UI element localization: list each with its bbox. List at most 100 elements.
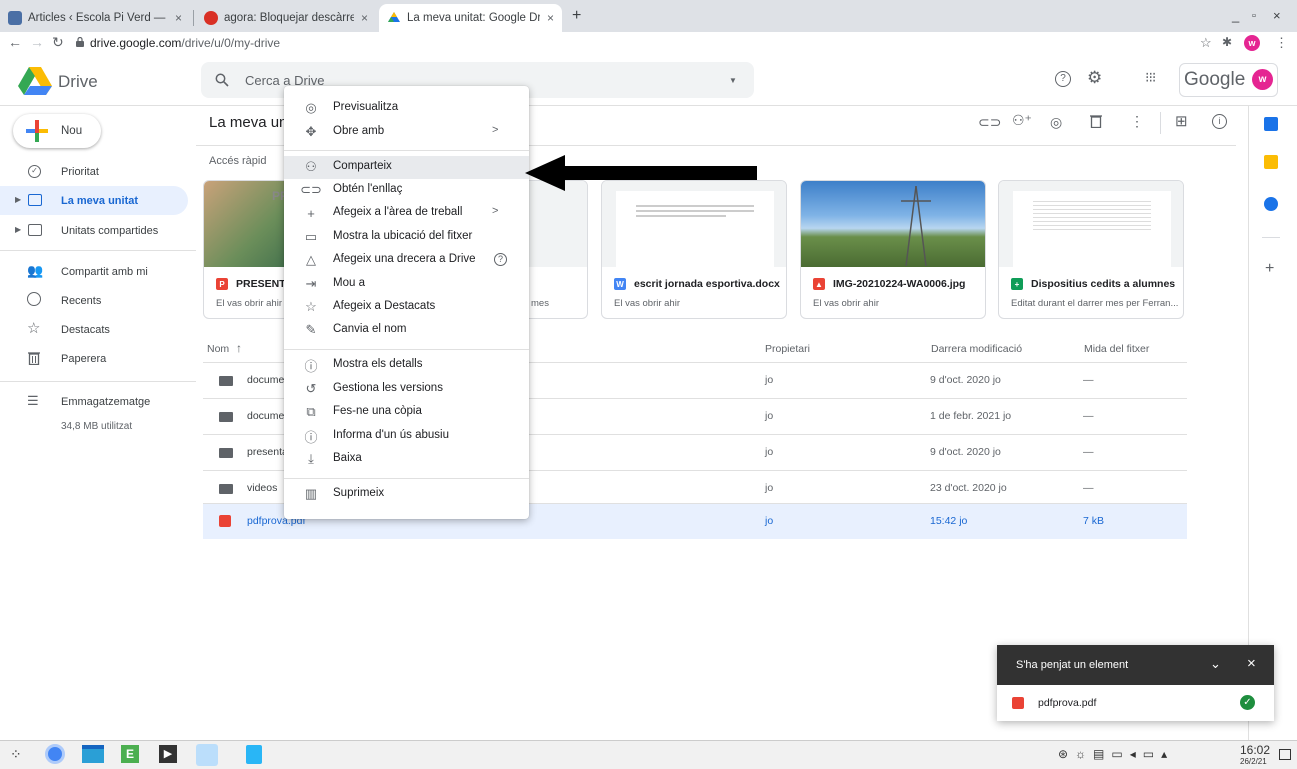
tab-close-icon[interactable]: × xyxy=(175,11,182,25)
files-app-icon[interactable] xyxy=(82,745,104,763)
clock-date[interactable]: 26/2/21 xyxy=(1240,757,1267,766)
menu-item-show-location[interactable]: ▭ Mostra la ubicació del fitxer xyxy=(284,226,529,249)
quick-card-sheet[interactable]: + Dispositius cedits a alumnes Editat du… xyxy=(998,180,1184,319)
new-tab-button[interactable]: + xyxy=(572,7,581,25)
column-header-name[interactable]: Nom xyxy=(207,343,229,355)
back-icon[interactable]: ← xyxy=(8,34,22,50)
menu-item-preview[interactable]: ◎ Previsualitza xyxy=(284,97,529,120)
reload-icon[interactable]: ↻ xyxy=(52,34,64,51)
toast-file-name[interactable]: pdfprova.pdf xyxy=(1038,697,1096,709)
apps-grid-icon[interactable]: ⁝⁝⁝ xyxy=(1145,69,1156,86)
add-addon-icon[interactable]: + xyxy=(1265,260,1274,278)
delete-icon[interactable] xyxy=(1090,114,1102,128)
chrome-app-icon[interactable] xyxy=(45,744,65,764)
menu-item-move-to[interactable]: ⇥ Mou a xyxy=(284,273,529,296)
new-button-label[interactable]: Nou xyxy=(61,125,82,137)
nav-item-prioritat[interactable]: Prioritat xyxy=(61,166,99,178)
image-file-icon: ▲ xyxy=(813,278,825,290)
nav-item-trash[interactable]: Paperera xyxy=(61,353,106,365)
browser-profile-avatar[interactable]: w xyxy=(1244,35,1260,51)
drive-logo-icon[interactable] xyxy=(18,67,52,95)
grid-view-icon[interactable]: ⊞ xyxy=(1175,112,1188,130)
file-name: documer xyxy=(247,374,288,386)
nav-item-shared-with-me[interactable]: Compartit amb mi xyxy=(61,266,148,278)
page-title[interactable]: La meva unit xyxy=(209,114,295,131)
menu-item-versions[interactable]: ↺ Gestiona les versions xyxy=(284,378,529,401)
editor-app-icon[interactable]: E xyxy=(121,745,139,763)
menu-item-label: Comparteix xyxy=(333,160,392,172)
keep-icon[interactable] xyxy=(1264,155,1278,169)
chrome-active-app-icon[interactable] xyxy=(196,744,218,766)
shared-drives-icon xyxy=(28,224,42,236)
calendar-icon[interactable] xyxy=(1264,117,1278,131)
toast-collapse-icon[interactable]: ⌄ xyxy=(1210,656,1221,672)
folder-icon xyxy=(219,484,233,494)
quick-card-escrit[interactable]: W escrit jornada esportiva.docx El vas o… xyxy=(601,180,787,319)
drive-logo-text[interactable]: Drive xyxy=(58,72,98,92)
nav-divider xyxy=(0,381,196,382)
tab-articles[interactable]: Articles ‹ Escola Pi Verd — Wo × xyxy=(0,4,190,32)
menu-item-download[interactable]: ⤓ Baixa xyxy=(284,448,529,471)
nav-item-storage[interactable]: Emmagatzematge xyxy=(61,396,150,408)
bookmark-star-icon[interactable]: ☆ xyxy=(1200,35,1212,51)
docs-app-icon[interactable] xyxy=(246,745,262,764)
details-info-icon[interactable]: i xyxy=(1212,114,1227,129)
menu-item-share[interactable]: ⚇ Comparteix xyxy=(284,156,529,179)
menu-item-copy[interactable]: ⧉ Fes-ne una còpia xyxy=(284,401,529,424)
tab-close-icon[interactable]: × xyxy=(547,11,554,25)
file-size: — xyxy=(1083,410,1094,422)
upload-toast xyxy=(997,645,1274,721)
browser-menu-icon[interactable]: ⋮ xyxy=(1275,35,1288,51)
expand-arrow-icon[interactable]: ▶ xyxy=(15,195,21,204)
nav-item-recent[interactable]: Recents xyxy=(61,295,101,307)
menu-item-add-starred[interactable]: ☆ Afegeix a Destacats xyxy=(284,296,529,319)
column-header-size: Mida del fitxer xyxy=(1084,343,1150,355)
terminal-app-icon[interactable]: ▶ xyxy=(159,745,177,763)
search-options-icon[interactable]: ▼ xyxy=(729,76,737,85)
share-person-icon[interactable]: ⚇⁺ xyxy=(1012,112,1032,129)
more-actions-icon[interactable]: ⋮ xyxy=(1130,113,1144,130)
search-icon[interactable] xyxy=(215,73,229,87)
settings-gear-icon[interactable]: ⚙ xyxy=(1087,68,1102,88)
get-link-icon[interactable]: ⊂⊃ xyxy=(978,114,1001,131)
clock-time[interactable]: 16:02 xyxy=(1240,743,1270,757)
url-bar[interactable]: drive.google.com/drive/u/0/my-drive xyxy=(90,36,280,50)
tab-separator xyxy=(193,10,194,26)
tab-close-icon[interactable]: × xyxy=(361,11,368,25)
help-icon[interactable]: ? xyxy=(494,253,507,266)
menu-item-details[interactable]: ⓘ Mostra els detalls xyxy=(284,354,529,377)
tasks-icon[interactable] xyxy=(1264,197,1278,211)
file-owner: jo xyxy=(765,374,774,386)
card-subtitle: El vas obrir ahir xyxy=(216,298,282,309)
tab-google-drive[interactable]: La meva unitat: Google Drive × xyxy=(379,4,562,32)
folder-icon xyxy=(219,448,233,458)
menu-item-rename[interactable]: ✎ Canvia el nom xyxy=(284,319,529,342)
menu-item-open-with[interactable]: ✥ Obre amb > xyxy=(284,121,529,144)
nav-item-starred[interactable]: Destacats xyxy=(61,324,110,336)
system-tray-icons[interactable]: ⊛☼▤▭◂▭▴ xyxy=(1058,747,1174,761)
menu-item-get-link[interactable]: ⊂⊃ Obtén l'enllaç xyxy=(284,179,529,202)
tab-title: agora: Bloquejar descàrrega xyxy=(224,12,354,24)
toast-close-icon[interactable]: × xyxy=(1247,655,1256,672)
extensions-icon[interactable]: ✱ xyxy=(1222,35,1232,49)
account-avatar[interactable]: w xyxy=(1252,69,1273,90)
tab-agora[interactable]: agora: Bloquejar descàrrega × xyxy=(196,4,376,32)
window-close-icon[interactable]: × xyxy=(1273,8,1281,23)
preview-eye-icon[interactable]: ◎ xyxy=(1050,114,1062,131)
quick-card-img[interactable]: ▲ IMG-20210224-WA0006.jpg El vas obrir a… xyxy=(800,180,986,319)
minimize-icon[interactable]: _ xyxy=(1232,8,1239,23)
menu-item-add-to-workspace[interactable]: + Afegeix a l'àrea de treball > xyxy=(284,202,529,225)
menu-item-report-abuse[interactable]: ⓘ Informa d'un ús abusiu xyxy=(284,425,529,448)
nav-item-shared-drives[interactable]: Unitats compartides xyxy=(61,225,158,237)
nav-item-my-drive[interactable]: La meva unitat xyxy=(61,195,138,207)
menu-item-add-shortcut[interactable]: △ Afegeix una drecera a Drive ? xyxy=(284,249,529,272)
menu-item-delete[interactable]: ▥ Suprimeix xyxy=(284,483,529,506)
share-icon: ⚇ xyxy=(305,159,317,174)
sort-arrow-icon[interactable]: ↑ xyxy=(236,341,242,355)
restore-icon[interactable]: ▫ xyxy=(1252,10,1256,22)
forward-icon[interactable]: → xyxy=(30,34,44,50)
launcher-icon[interactable]: ⁘ xyxy=(10,746,22,763)
expand-arrow-icon[interactable]: ▶ xyxy=(15,225,21,234)
show-desktop-icon[interactable] xyxy=(1279,749,1291,760)
help-icon[interactable]: ? xyxy=(1055,71,1071,87)
